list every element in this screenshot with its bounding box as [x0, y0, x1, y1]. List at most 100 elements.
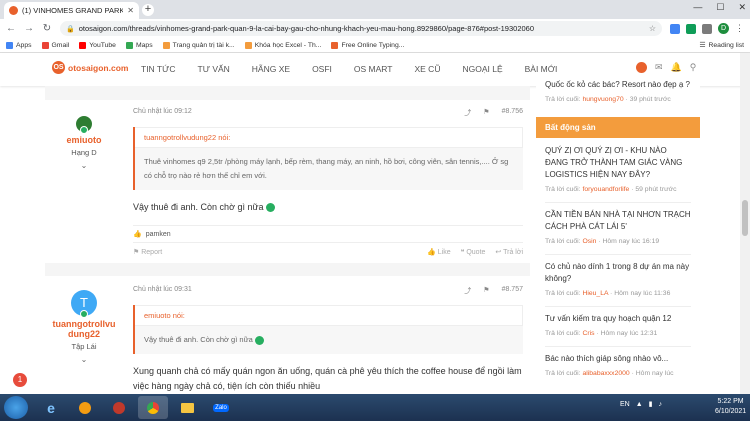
post-username[interactable]: tuanngotrollvu dung22: [45, 319, 123, 339]
post-time[interactable]: Chủ nhật lúc 09:31: [133, 286, 192, 296]
bookmark-maps[interactable]: Maps: [125, 41, 153, 49]
file-explorer-icon[interactable]: [172, 396, 202, 419]
bookmark-excel[interactable]: Khóa học Excel - Th...: [244, 41, 321, 49]
nav-item-hang-xe[interactable]: HÃNG XE: [252, 64, 290, 74]
avatar[interactable]: T: [71, 290, 97, 318]
start-button[interactable]: [4, 396, 28, 419]
clock[interactable]: 5:22 PM 6/10/2021: [715, 397, 746, 417]
post-number[interactable]: #8.757: [502, 286, 523, 296]
tab-title: (1) VINHOMES GRAND PARK Q...: [22, 6, 124, 15]
reactor-name[interactable]: pamken: [146, 231, 171, 238]
reply-button[interactable]: ↩ Trả lời: [495, 248, 523, 256]
share-icon[interactable]: ⤴: [464, 108, 471, 118]
reading-list[interactable]: ☰ Reading list: [699, 41, 744, 50]
network-icon[interactable]: ▮: [649, 400, 653, 408]
system-tray: EN ▲ ▮ ♪: [620, 400, 663, 409]
chrome-icon[interactable]: [138, 396, 168, 419]
close-tab-icon[interactable]: ✕: [127, 6, 134, 15]
gmail-icon: [41, 41, 49, 49]
scrollbar-thumb[interactable]: [742, 200, 748, 236]
extensions-puzzle-icon[interactable]: [702, 23, 712, 34]
bookmark-site-icon: [162, 41, 170, 49]
new-tab-button[interactable]: +: [142, 4, 154, 16]
language-indicator[interactable]: EN: [620, 401, 630, 408]
sidebar-thread-item[interactable]: CẦN TIỀN BÁN NHÀ TẠI NHƠN TRẠCH CÁCH PHÀ…: [536, 209, 700, 248]
nav-item-tu-van[interactable]: TƯ VẤN: [198, 64, 230, 74]
post-user-column: T tuanngotrollvu dung22 Tập Lái ⌄: [45, 290, 123, 364]
notification-badge[interactable]: 1: [13, 373, 27, 387]
sidebar-thread-item[interactable]: Có chủ nào dính 1 trong 8 dự án ma này k…: [536, 261, 700, 300]
maps-icon: [125, 41, 133, 49]
avatar[interactable]: [76, 116, 92, 134]
sidebar-thread-item[interactable]: Bác nào thích giáp sông nhào vô... Trả l…: [536, 353, 700, 380]
site-favicon-icon: [9, 6, 18, 15]
app-icon[interactable]: [104, 396, 134, 419]
quote-author[interactable]: emiuoto nói:: [135, 305, 523, 326]
bookmark-star-icon[interactable]: ☆: [649, 24, 656, 33]
nav-item-ngoai-le[interactable]: NGOẠI LỆ: [462, 64, 502, 74]
back-icon[interactable]: ←: [6, 23, 16, 34]
nav-item-osfi[interactable]: OSFI: [312, 64, 332, 74]
share-icon[interactable]: ⤴: [464, 286, 471, 296]
maximize-icon[interactable]: ☐: [716, 2, 724, 13]
close-window-icon[interactable]: ✕: [738, 2, 746, 13]
extension-icon[interactable]: [686, 23, 696, 34]
forward-icon[interactable]: →: [24, 23, 34, 34]
quote-button[interactable]: ❝ Quote: [461, 248, 486, 256]
volume-icon[interactable]: ♪: [659, 401, 663, 408]
page-scrollbar[interactable]: [740, 53, 750, 394]
post-body: Chủ nhật lúc 09:31 ⤴ ⚑ #8.757 emiuoto nói:…: [133, 286, 523, 394]
post-time[interactable]: Chủ nhật lúc 09:12: [133, 108, 192, 118]
bookmark-typing[interactable]: Free Online Typing...: [331, 41, 404, 49]
browser-tab-strip: (1) VINHOMES GRAND PARK Q... ✕ + — ☐ ✕: [0, 0, 750, 19]
like-button[interactable]: 👍 Like: [427, 248, 451, 256]
post-username[interactable]: emiuoto: [45, 135, 123, 145]
quote-author[interactable]: tuanngotrollvudung22 nói:: [135, 127, 523, 148]
apps-grid-icon: [6, 41, 13, 49]
profile-avatar[interactable]: D: [718, 23, 729, 34]
user-rank: Hạng D: [71, 148, 97, 157]
bookmark-site-icon: [244, 41, 252, 49]
user-rank: Tập Lái: [71, 342, 97, 351]
report-button[interactable]: ⚑ Report: [133, 248, 162, 256]
post-message: Vậy thuê đi anh. Còn chờ gì nữa: [133, 202, 264, 212]
bookmark-icon[interactable]: ⚑: [483, 108, 489, 118]
sidebar-thread-item[interactable]: Quốc ốc kỏ các bác? Resort nào đẹp ạ ? T…: [536, 76, 700, 106]
post-user-column: emiuoto Hạng D ⌄: [45, 116, 123, 170]
media-player-icon[interactable]: [70, 396, 100, 419]
mail-icon[interactable]: ✉: [655, 62, 663, 73]
chevron-down-icon[interactable]: ⌄: [45, 355, 123, 364]
bookmark-gmail[interactable]: Gmail: [41, 41, 69, 49]
bookmark-icon[interactable]: ⚑: [483, 286, 489, 296]
nav-item-bai-moi[interactable]: BÀI MỚI: [525, 64, 558, 74]
browser-tab[interactable]: (1) VINHOMES GRAND PARK Q... ✕: [4, 2, 139, 19]
nav-item-os-mart[interactable]: OS MART: [354, 64, 393, 74]
quote-text: Vậy thuê đi anh. Còn chờ gì nữa: [135, 326, 523, 354]
url-field[interactable]: 🔒 otosaigon.com/threads/vinhomes-grand-p…: [60, 21, 662, 36]
sidebar-thread-item[interactable]: Tư vấn kiếm tra quy hoạch quận 12 Trả lờ…: [536, 313, 700, 340]
reactions-bar[interactable]: 👍 pamken: [133, 225, 523, 243]
minimize-icon[interactable]: —: [693, 2, 702, 13]
reload-icon[interactable]: ↻: [42, 23, 52, 34]
nav-item-tin-tuc[interactable]: TIN TỨC: [141, 64, 176, 74]
post-body: Chủ nhật lúc 09:12 ⤴ ⚑ #8.756 tuanngotroll…: [133, 108, 523, 256]
menu-dots-icon[interactable]: ⋮: [735, 23, 744, 34]
bookmark-apps[interactable]: Apps: [6, 41, 32, 49]
chevron-down-icon[interactable]: ⌄: [45, 161, 123, 170]
ie-icon[interactable]: e: [36, 396, 66, 419]
zalo-icon[interactable]: Zalo: [206, 396, 236, 419]
bell-icon[interactable]: 🔔: [671, 62, 682, 73]
user-avatar[interactable]: [636, 62, 647, 73]
site-logo[interactable]: OS otosaigon.com: [52, 61, 128, 74]
post-number[interactable]: #8.756: [502, 108, 523, 118]
bookmark-admin[interactable]: Trang quản trị tài k...: [162, 41, 235, 49]
extension-icon[interactable]: [670, 23, 680, 34]
bookmark-youtube[interactable]: YouTube: [79, 41, 116, 49]
sidebar-thread-item[interactable]: QUÝ ZỊ ƠI QUÝ ZỊ ƠI - KHU NÀO ĐANG TRỞ T…: [536, 145, 700, 196]
sidebar-section-title[interactable]: Bất động sản: [536, 117, 700, 138]
nav-item-xe-cu[interactable]: XE CŨ: [414, 64, 440, 74]
tray-arrow-icon[interactable]: ▲: [636, 401, 643, 408]
smile-emoji-icon: [254, 335, 264, 345]
search-icon[interactable]: ⚲: [690, 62, 697, 73]
url-text: otosaigon.com/threads/vinhomes-grand-par…: [78, 24, 535, 33]
